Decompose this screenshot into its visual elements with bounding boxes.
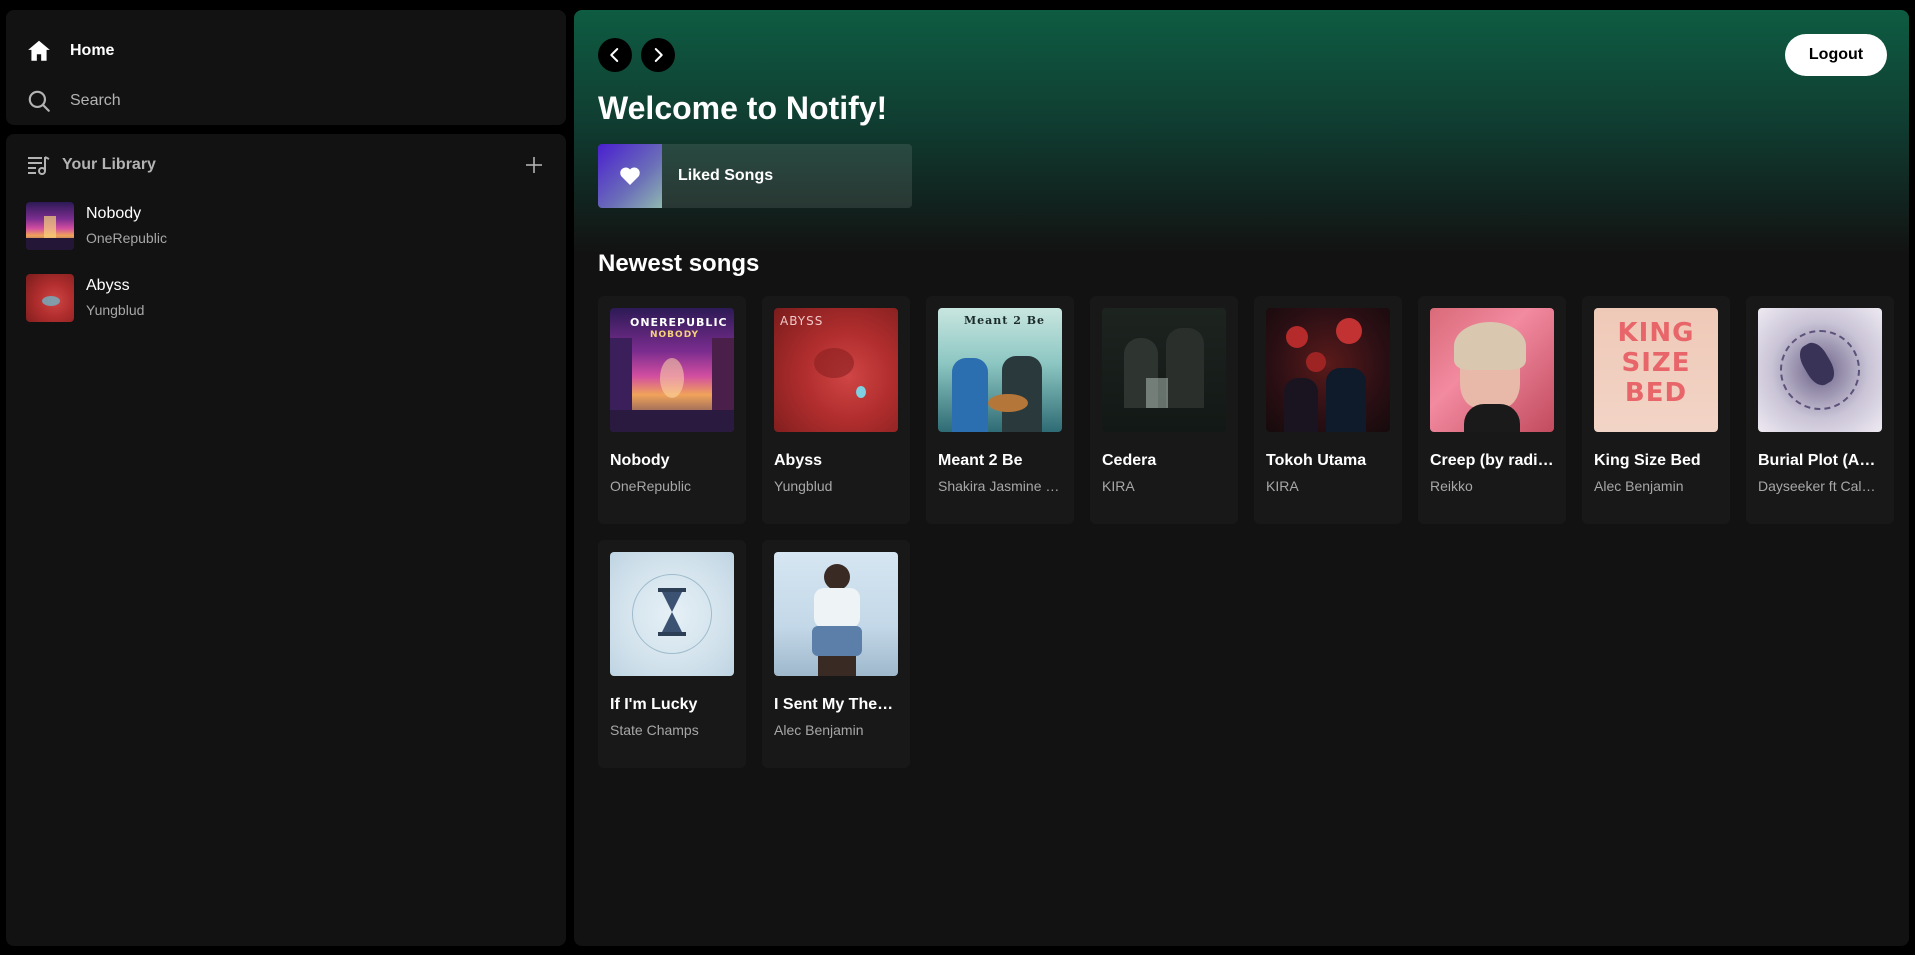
chevron-right-icon (649, 46, 667, 64)
cover-text: ONEREPUBLIC (630, 316, 728, 329)
song-card[interactable]: If I'm Lucky State Champs (598, 540, 746, 768)
song-card[interactable]: I Sent My Therapist To Therapy Alec Benj… (762, 540, 910, 768)
song-card[interactable]: Creep (by radiohead) Reikko (1418, 296, 1566, 524)
song-artist: Dayseeker ft Caleb Shomo (1758, 478, 1882, 494)
chevron-left-icon (606, 46, 624, 64)
nav-search-label: Search (70, 92, 121, 109)
song-artist: OneRepublic (610, 478, 691, 494)
song-title: Cedera (1102, 452, 1157, 469)
song-artist: Yungblud (774, 478, 833, 494)
plus-icon (522, 153, 546, 177)
album-cover-i-sent-my-therapist (774, 552, 898, 676)
home-icon (26, 38, 52, 64)
cover-text: KING SIZE BED (1617, 318, 1695, 408)
song-title: I Sent My Therapist To Therapy (774, 696, 898, 713)
album-cover-burial-plot (1758, 308, 1882, 432)
back-button[interactable] (598, 38, 632, 72)
library-item-artist: OneRepublic (86, 230, 167, 246)
song-card[interactable]: Tokoh Utama KIRA (1254, 296, 1402, 524)
album-cover-abyss (26, 274, 74, 322)
cover-text: NOBODY (650, 330, 700, 340)
song-title: If I'm Lucky (610, 696, 698, 713)
library-item-title: Nobody (86, 205, 142, 222)
add-playlist-button[interactable] (522, 153, 546, 177)
nav-search[interactable]: Search (26, 88, 121, 114)
song-title: Tokoh Utama (1266, 452, 1367, 469)
album-cover-nobody: ONEREPUBLIC NOBODY (610, 308, 734, 432)
forward-button[interactable] (641, 38, 675, 72)
song-title: Nobody (610, 452, 670, 469)
sidebar-nav: Home Search (6, 10, 566, 125)
album-cover-creep (1430, 308, 1554, 432)
song-card[interactable]: Burial Plot (Acoustic) Dayseeker ft Cale… (1746, 296, 1894, 524)
main-content: Logout Welcome to Notify! Liked Songs Ne… (574, 10, 1909, 946)
page-title: Welcome to Notify! (598, 90, 888, 126)
song-artist: State Champs (610, 722, 699, 738)
section-title-newest: Newest songs (598, 250, 760, 277)
song-artist: Reikko (1430, 478, 1473, 494)
library-title-button[interactable]: Your Library (26, 153, 156, 177)
cover-text: ABYSS (780, 314, 824, 328)
song-card[interactable]: Meant 2 Be Meant 2 Be Shakira Jasmine & … (926, 296, 1074, 524)
library-list: Nobody OneRepublic Abyss Yungblud (26, 198, 546, 342)
liked-songs-cover (598, 144, 662, 208)
album-cover-nobody (26, 202, 74, 250)
album-cover-king-size-bed: KING SIZE BED (1594, 308, 1718, 432)
library-item[interactable]: Abyss Yungblud (26, 270, 546, 326)
library-item-title: Abyss (86, 277, 130, 294)
song-title: Creep (by radiohead) (1430, 452, 1554, 469)
album-cover-cedera (1102, 308, 1226, 432)
search-icon (26, 88, 52, 114)
song-artist: Alec Benjamin (774, 722, 864, 738)
song-card[interactable]: ONEREPUBLIC NOBODY Nobody OneRepublic (598, 296, 746, 524)
cover-text: Meant 2 Be (964, 314, 1045, 327)
liked-songs-label: Liked Songs (678, 167, 774, 184)
song-artist: KIRA (1102, 478, 1135, 494)
song-card[interactable]: KING SIZE BED King Size Bed Alec Benjami… (1582, 296, 1730, 524)
song-card[interactable]: ABYSS Abyss Yungblud (762, 296, 910, 524)
song-title: Abyss (774, 452, 823, 469)
heart-icon (618, 164, 642, 188)
library-icon (26, 153, 50, 177)
song-artist: Shakira Jasmine & Feby Putri (938, 478, 1062, 494)
nav-home[interactable]: Home (26, 38, 114, 64)
library-title: Your Library (62, 156, 156, 173)
liked-songs-shortcut[interactable]: Liked Songs (598, 144, 912, 208)
song-card[interactable]: Cedera KIRA (1090, 296, 1238, 524)
album-cover-meant-2-be: Meant 2 Be (938, 308, 1062, 432)
library-header: Your Library (26, 150, 546, 180)
album-cover-tokoh-utama (1266, 308, 1390, 432)
library-item[interactable]: Nobody OneRepublic (26, 198, 546, 254)
song-title: Meant 2 Be (938, 452, 1023, 469)
library-panel: Your Library Nobody OneRepublic Abyss Yu… (6, 134, 566, 946)
song-title: Burial Plot (Acoustic) (1758, 452, 1882, 469)
nav-home-label: Home (70, 42, 115, 59)
app-root: Home Search Your Library Nobody OneRepub… (0, 0, 1915, 955)
album-cover-abyss: ABYSS (774, 308, 898, 432)
song-title: King Size Bed (1594, 452, 1701, 469)
album-cover-if-im-lucky (610, 552, 734, 676)
song-artist: KIRA (1266, 478, 1299, 494)
library-item-artist: Yungblud (86, 302, 145, 318)
logout-button[interactable]: Logout (1785, 34, 1887, 76)
song-artist: Alec Benjamin (1594, 478, 1684, 494)
